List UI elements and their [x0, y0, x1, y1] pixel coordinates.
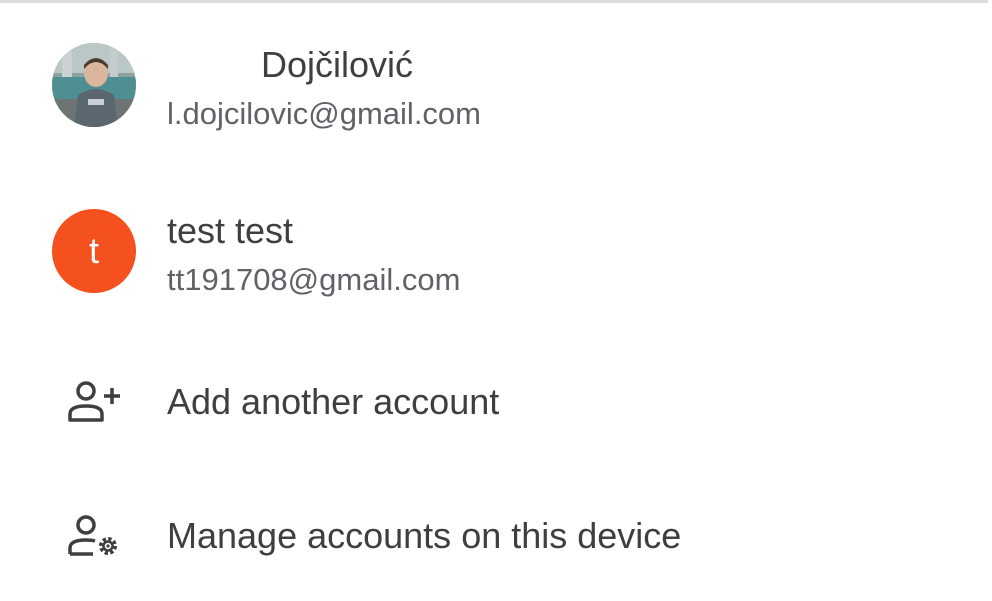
add-account-button[interactable]: Add another account: [0, 360, 992, 444]
avatar: [52, 43, 136, 127]
avatar-letter: t: [88, 230, 99, 271]
account-email: tt191708@gmail.com: [167, 262, 461, 297]
add-account-label: Add another account: [167, 381, 500, 422]
avatar: t: [52, 209, 136, 293]
top-divider: [0, 0, 988, 3]
person-add-icon: [68, 381, 120, 422]
account-name: test test: [167, 210, 294, 251]
manage-accounts-label: Manage accounts on this device: [167, 515, 682, 556]
account-item-1[interactable]: Dojčilović l.dojcilovic@gmail.com: [0, 30, 992, 140]
manage-accounts-button[interactable]: Manage accounts on this device: [0, 494, 992, 578]
account-name: Dojčilović: [261, 44, 414, 85]
profile-photo: [52, 43, 136, 127]
manage-accounts-icon: [68, 515, 117, 556]
account-email: l.dojcilovic@gmail.com: [167, 96, 481, 131]
account-item-2[interactable]: t test test tt191708@gmail.com: [0, 196, 992, 306]
